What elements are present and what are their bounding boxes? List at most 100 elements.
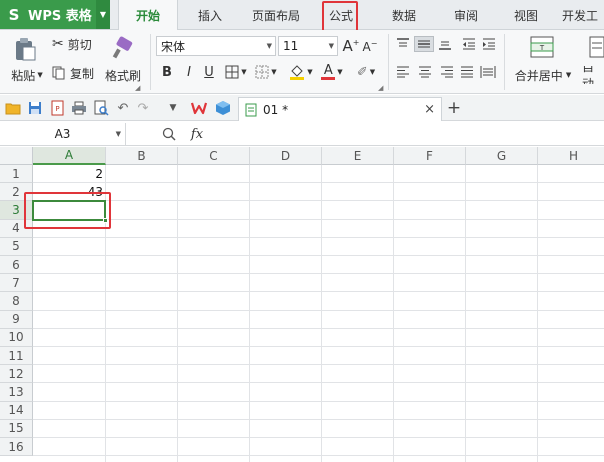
column-header-a[interactable]: A (33, 147, 106, 165)
app-menu-button[interactable]: S WPS 表格 ▼ (0, 0, 110, 29)
auto-wrap-button[interactable]: 自动 (582, 66, 604, 84)
print-preview-icon[interactable] (92, 99, 110, 117)
fill-color-button[interactable]: ▼ (286, 62, 316, 82)
column-header-d[interactable]: D (250, 147, 322, 165)
format-painter-button[interactable]: 格式刷 (102, 66, 144, 84)
app-menu-dropdown-icon[interactable]: ▼ (96, 0, 110, 29)
redo-icon[interactable]: ↷ (134, 99, 152, 117)
row-header-8[interactable]: 8 (0, 292, 33, 311)
grid-line (33, 273, 604, 275)
format-painter-label: 格式刷 (104, 68, 141, 83)
paste-button[interactable] (8, 34, 42, 64)
ribbon-separator (504, 34, 505, 90)
auto-wrap-icon-button[interactable] (586, 34, 604, 60)
tab-review[interactable]: 审阅 (446, 0, 486, 30)
clear-format-button[interactable]: ✐ ▼ (352, 62, 380, 82)
cell-style-button[interactable]: ▼ (252, 62, 280, 82)
row-header-12[interactable]: 12 (0, 365, 33, 384)
font-color-button[interactable]: A ▼ (318, 62, 346, 82)
column-header-h[interactable]: H (538, 147, 604, 165)
align-bottom-icon (439, 41, 451, 50)
font-name-select[interactable]: 宋体 ▼ (156, 36, 276, 56)
align-center-button[interactable] (416, 64, 434, 80)
column-header-b[interactable]: B (106, 147, 178, 165)
grid-line (33, 364, 604, 366)
column-header-g[interactable]: G (466, 147, 538, 165)
tab-page-layout[interactable]: 页面布局 (244, 0, 308, 30)
justify-button[interactable] (458, 64, 476, 80)
zoom-formula-icon[interactable] (160, 126, 178, 142)
row-header-7[interactable]: 7 (0, 274, 33, 293)
ribbon-separator (388, 34, 389, 90)
underline-button[interactable]: U (200, 62, 218, 82)
align-top-button[interactable] (394, 36, 412, 52)
format-painter-icon-button[interactable] (104, 34, 142, 62)
borders-icon (225, 65, 239, 79)
grid-line (33, 382, 604, 384)
paste-label-button[interactable]: 粘贴 ▼ (8, 66, 46, 84)
decrease-indent-button[interactable] (460, 36, 478, 52)
export-pdf-icon[interactable]: P (48, 99, 66, 117)
cell-a1[interactable]: 2 (33, 165, 106, 183)
row-header-13[interactable]: 13 (0, 383, 33, 402)
copy-label: 复制 (70, 66, 95, 81)
grid-line (177, 165, 178, 462)
column-header-c[interactable]: C (178, 147, 250, 165)
merge-center-icon-button[interactable]: T (528, 34, 556, 60)
new-tab-icon[interactable]: + (444, 98, 464, 118)
row-header-15[interactable]: 15 (0, 419, 33, 438)
insert-function-button[interactable]: fx (186, 124, 208, 144)
column-header-e[interactable]: E (322, 147, 394, 165)
grid-line (33, 437, 604, 438)
align-right-button[interactable] (438, 64, 456, 80)
cube-icon[interactable] (214, 99, 232, 117)
row-header-1[interactable]: 1 (0, 165, 33, 184)
merge-center-label: 合并居中 (514, 68, 563, 83)
font-expand-icon[interactable]: ◢ (378, 84, 383, 92)
select-all-corner[interactable] (0, 147, 33, 165)
font-name-value: 宋体 (161, 39, 186, 54)
undo-icon[interactable]: ↶ (114, 99, 132, 117)
chevron-down-icon: ▼ (328, 42, 334, 50)
tab-view[interactable]: 视图 (506, 0, 546, 30)
increase-indent-button[interactable] (480, 36, 498, 52)
column-header-f[interactable]: F (394, 147, 466, 165)
row-header-9[interactable]: 9 (0, 310, 33, 329)
merge-cells-icon: T (530, 36, 554, 58)
row-header-6[interactable]: 6 (0, 256, 33, 275)
print-icon[interactable] (70, 99, 88, 117)
save-icon[interactable] (26, 99, 44, 117)
row-header-16[interactable]: 16 (0, 438, 33, 457)
tab-insert[interactable]: 插入 (188, 0, 232, 30)
wps-w-icon[interactable] (190, 99, 208, 117)
clipboard-expand-icon[interactable]: ◢ (135, 84, 140, 92)
scissors-icon: ✂ (52, 36, 64, 52)
row-header-14[interactable]: 14 (0, 401, 33, 420)
align-left-button[interactable] (394, 64, 412, 80)
tab-home[interactable]: 开始 (118, 0, 178, 31)
font-size-select[interactable]: 11 ▼ (278, 36, 338, 56)
distributed-align-button[interactable] (478, 64, 498, 80)
tab-developer[interactable]: 开发工 (562, 0, 604, 30)
cut-button[interactable]: ✂ 剪切 (52, 34, 100, 54)
bold-button[interactable]: B (158, 62, 176, 82)
merge-center-button[interactable]: 合并居中 ▼ (510, 66, 576, 84)
document-tab[interactable]: 01 * × (238, 97, 442, 121)
italic-button[interactable]: I (180, 62, 198, 82)
grow-font-button[interactable]: A + (342, 36, 360, 56)
formula-input[interactable] (224, 123, 604, 145)
customize-toolbar-icon[interactable]: ▼ (164, 99, 182, 117)
shrink-font-button[interactable]: A − (362, 38, 378, 56)
grid-line (249, 165, 250, 462)
align-bottom-button[interactable] (436, 36, 454, 52)
close-tab-icon[interactable]: × (424, 102, 435, 117)
row-header-10[interactable]: 10 (0, 328, 33, 347)
row-header-5[interactable]: 5 (0, 237, 33, 256)
row-header-11[interactable]: 11 (0, 347, 33, 366)
open-folder-icon[interactable] (4, 99, 22, 117)
copy-button[interactable]: 复制 (52, 63, 100, 83)
tab-data[interactable]: 数据 (384, 0, 424, 30)
align-middle-button[interactable] (414, 36, 434, 52)
borders-button[interactable]: ▼ (222, 62, 250, 82)
name-box[interactable]: A3 ▼ (0, 123, 126, 145)
